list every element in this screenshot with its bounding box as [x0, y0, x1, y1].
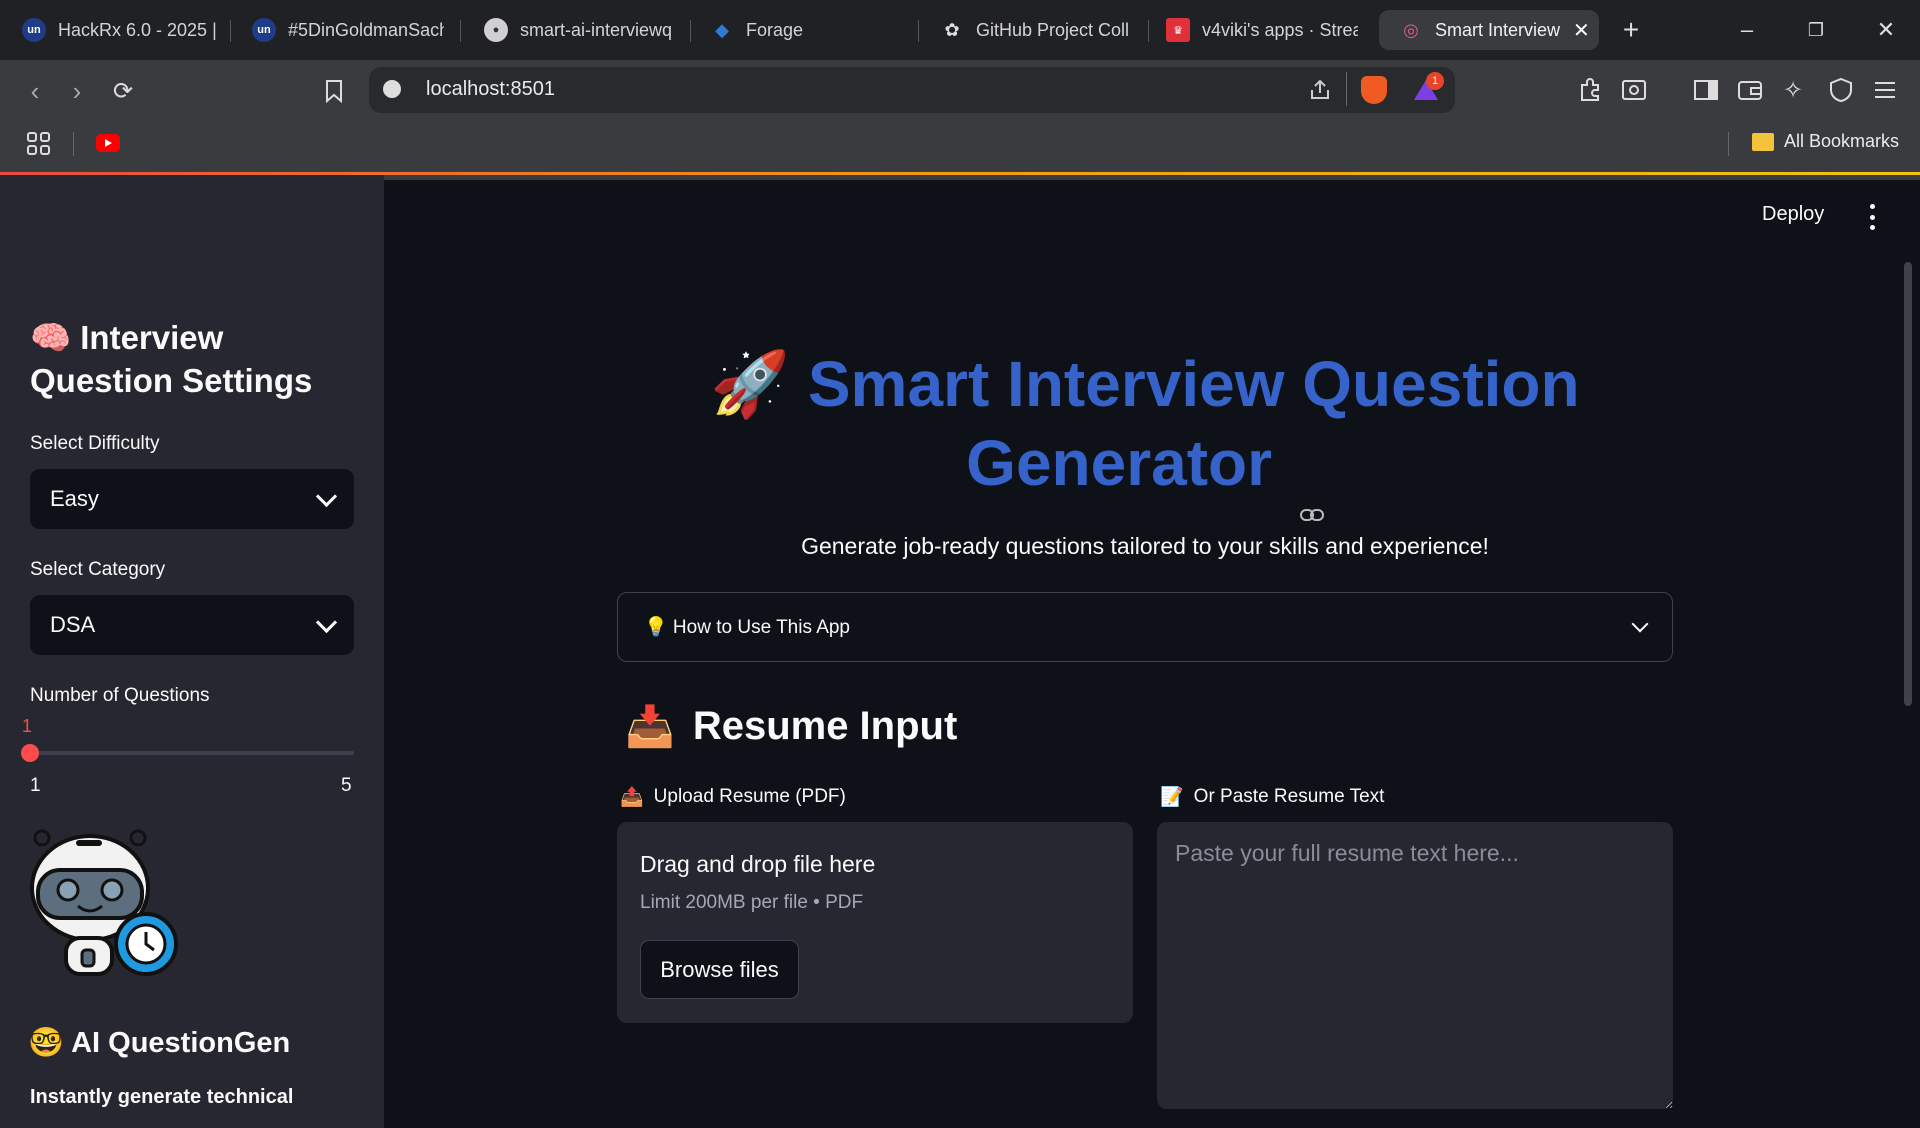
streamlit-icon: ♛	[1166, 18, 1190, 42]
vpn-icon[interactable]	[1829, 77, 1853, 108]
tab-smart-interview[interactable]: ◎ Smart Interview ✕	[1379, 10, 1599, 50]
target-icon: ◎	[1403, 19, 1419, 40]
slider-max-label: 5	[341, 775, 352, 796]
browse-files-button[interactable]: Browse files	[640, 940, 799, 999]
url-text[interactable]: localhost:8501	[426, 78, 555, 101]
deploy-button[interactable]: Deploy	[1762, 203, 1824, 226]
forage-icon: ◆	[715, 19, 729, 40]
unstop-icon: un	[22, 18, 46, 42]
memo-icon: 📝	[1160, 787, 1184, 808]
upload-label-text: Upload Resume (PDF)	[653, 786, 846, 807]
brave-shields-icon[interactable]	[1361, 76, 1387, 104]
difficulty-select[interactable]: Easy	[30, 469, 354, 529]
tab-smart-ai-repo[interactable]: ● smart-ai-interviewq	[484, 10, 674, 50]
robot-illustration	[28, 826, 184, 978]
site-info-icon[interactable]	[383, 80, 401, 98]
resume-text-input[interactable]	[1157, 822, 1673, 1109]
all-bookmarks[interactable]: All Bookmarks	[1784, 131, 1899, 152]
chevron-down-icon	[1631, 615, 1649, 633]
minimize-icon[interactable]: –	[1733, 16, 1761, 44]
youtube-icon[interactable]	[96, 134, 120, 152]
wallet-icon[interactable]	[1737, 79, 1763, 106]
difficulty-label: Select Difficulty	[30, 433, 160, 454]
bookmark-divider	[73, 132, 74, 156]
unstop-icon: un	[252, 18, 276, 42]
category-value: DSA	[50, 612, 96, 637]
tab-separator	[230, 20, 231, 42]
apps-grid-icon[interactable]	[26, 131, 52, 162]
close-window-icon[interactable]: ✕	[1872, 16, 1900, 44]
dropzone-limit: Limit 200MB per file • PDF	[640, 892, 864, 913]
back-icon[interactable]: ‹	[20, 76, 50, 106]
tab-hackrx[interactable]: un HackRx 6.0 - 2025 |	[22, 10, 218, 50]
section-heading: 📥 Resume Input	[625, 703, 957, 750]
questions-slider-track[interactable]	[30, 751, 354, 755]
chevron-down-icon	[315, 485, 338, 507]
chevron-down-icon	[315, 611, 338, 633]
page-subtitle: Generate job-ready questions tailored to…	[801, 533, 1489, 559]
questions-label: Number of Questions	[30, 685, 210, 706]
difficulty-value: Easy	[50, 486, 99, 511]
notification-badge: 1	[1426, 72, 1444, 90]
tab-separator	[1148, 20, 1149, 42]
page-title: 🚀 Smart Interview Question Generator	[620, 345, 1670, 522]
tab-github-project[interactable]: ✿ GitHub Project Coll	[940, 10, 1140, 50]
anchor-link-icon[interactable]	[1299, 461, 1324, 522]
paste-label-text: Or Paste Resume Text	[1193, 786, 1385, 807]
page-title-text: Smart Interview Question Generator	[807, 348, 1580, 499]
github-icon: ●	[484, 18, 508, 42]
tab-streamlit-apps[interactable]: ♛ v4viki's apps · Strea	[1166, 10, 1358, 50]
leo-ai-icon[interactable]: ✧	[1783, 76, 1803, 105]
tab-separator	[460, 20, 461, 42]
share-icon[interactable]	[1308, 78, 1332, 107]
brand-title: 🤓 AI QuestionGen	[28, 1027, 291, 1059]
tab-separator	[918, 20, 919, 42]
extensions-icon[interactable]	[1577, 77, 1603, 108]
paste-label: 📝 Or Paste Resume Text	[1160, 785, 1384, 809]
slider-current-value: 1	[22, 716, 33, 736]
upload-label: 📤 Upload Resume (PDF)	[620, 785, 846, 809]
reader-mode-icon[interactable]	[1621, 79, 1647, 106]
dropzone-instructions: Drag and drop file here	[640, 851, 876, 877]
openai-icon: ✿	[944, 19, 960, 40]
reload-icon[interactable]: ⟳	[108, 76, 138, 106]
close-tab-icon[interactable]: ✕	[1573, 18, 1590, 43]
inbox-icon: 📥	[625, 705, 675, 749]
rocket-icon: 🚀	[710, 348, 791, 420]
section-title: Resume Input	[692, 704, 958, 748]
brand-description: Instantly generate technical	[30, 1086, 294, 1108]
tab-goldman[interactable]: un #5DinGoldmanSach	[252, 10, 444, 50]
sidebar-toggle-icon[interactable]	[1693, 79, 1719, 106]
scrollbar[interactable]	[1904, 262, 1912, 706]
main-menu-icon[interactable]	[1862, 204, 1882, 230]
new-tab-icon[interactable]: +	[1617, 14, 1645, 45]
forward-icon[interactable]: ›	[62, 76, 92, 106]
questions-slider-thumb[interactable]	[21, 744, 39, 762]
restore-icon[interactable]: ❐	[1802, 16, 1830, 44]
slider-min-label: 1	[30, 775, 41, 796]
folder-icon	[1752, 133, 1774, 151]
toolbar-divider	[1346, 72, 1347, 106]
sidebar-title: 🧠 Interview Question Settings	[30, 319, 313, 399]
outbox-icon: 📤	[620, 787, 644, 808]
category-label: Select Category	[30, 559, 166, 580]
tab-forage[interactable]: ◆ Forage	[710, 10, 910, 50]
expander-label: 💡 How to Use This App	[644, 617, 851, 638]
how-to-use-expander[interactable]: 💡 How to Use This App	[617, 592, 1673, 662]
menu-icon[interactable]	[1873, 80, 1897, 105]
tab-separator	[690, 20, 691, 42]
category-select[interactable]: DSA	[30, 595, 354, 655]
bookmark-icon[interactable]	[319, 76, 349, 106]
bookmark-divider	[1728, 132, 1729, 156]
